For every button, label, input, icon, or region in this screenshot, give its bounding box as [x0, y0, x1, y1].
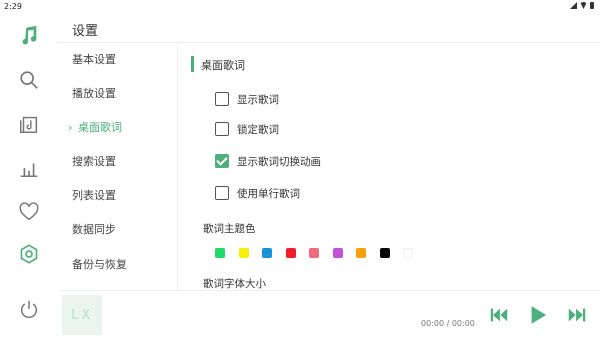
- skip-previous-icon: [490, 308, 508, 322]
- option-lock-lyrics[interactable]: 锁定歌词: [215, 120, 279, 138]
- wifi-icon: [580, 2, 587, 9]
- color-swatch[interactable]: [238, 248, 249, 258]
- settings-icon: [20, 244, 38, 264]
- menu-item-sync[interactable]: 数据同步: [72, 220, 116, 240]
- player-bar: LX 00:00 / 00:00: [58, 290, 600, 338]
- search-icon: [20, 71, 38, 89]
- option-lyrics-animation[interactable]: 显示歌词切换动画: [215, 152, 321, 170]
- option-show-lyrics[interactable]: 显示歌词: [215, 90, 279, 108]
- menu-item-list[interactable]: 列表设置: [72, 186, 116, 206]
- color-swatch[interactable]: [379, 248, 390, 258]
- option-label: 使用单行歌词: [237, 187, 300, 200]
- album-art[interactable]: LX: [62, 295, 102, 335]
- color-swatch[interactable]: [285, 248, 296, 258]
- menu-item-label: 搜索设置: [72, 155, 116, 168]
- system-icons: [570, 2, 594, 9]
- option-label: 显示歌词切换动画: [237, 155, 321, 168]
- color-swatch[interactable]: [215, 248, 225, 258]
- color-swatch[interactable]: [403, 248, 413, 258]
- menu-item-basic[interactable]: 基本设置: [72, 50, 116, 70]
- music-list-icon: [20, 116, 38, 133]
- status-bar: 2:29: [0, 0, 600, 14]
- menu-item-search[interactable]: 搜索设置: [72, 152, 116, 172]
- nav-search-button[interactable]: [17, 68, 41, 92]
- checkbox[interactable]: [215, 122, 229, 136]
- play-icon: [531, 306, 547, 324]
- page-title: 设置: [72, 24, 99, 39]
- checkbox-checked[interactable]: [215, 154, 229, 168]
- option-label: 锁定歌词: [237, 123, 279, 136]
- option-label: 显示歌词: [237, 93, 279, 106]
- color-swatch[interactable]: [356, 248, 366, 258]
- music-note-icon: [22, 25, 37, 45]
- option-single-line[interactable]: 使用单行歌词: [215, 184, 300, 202]
- playback-time: 00:00 / 00:00: [421, 319, 475, 328]
- section-accent-bar: [191, 56, 194, 72]
- chart-icon: [20, 163, 38, 177]
- menu-item-label: 基本设置: [72, 53, 116, 66]
- battery-icon: [590, 2, 594, 9]
- next-button[interactable]: [565, 303, 589, 327]
- font-size-label: 歌词字体大小: [203, 278, 266, 290]
- chevron-right-icon: ›: [68, 121, 73, 134]
- checkbox[interactable]: [215, 92, 229, 106]
- menu-item-label: 播放设置: [72, 87, 116, 100]
- nav-playlist-button[interactable]: [17, 112, 41, 136]
- skip-next-icon: [568, 308, 586, 322]
- menu-item-label: 备份与恢复: [72, 258, 127, 271]
- settings-menu: 基本设置 播放设置 › 桌面歌词 搜索设置 列表设置 数据同步 备份与恢复: [58, 43, 178, 290]
- nav-settings-button[interactable]: [17, 242, 41, 266]
- nav-exit-button[interactable]: [17, 297, 41, 321]
- theme-color-swatches: [215, 248, 413, 258]
- color-swatch[interactable]: [309, 248, 319, 258]
- section-title: 桌面歌词: [201, 59, 245, 72]
- menu-item-playback[interactable]: 播放设置: [72, 84, 116, 104]
- status-time: 2:29: [4, 2, 22, 11]
- menu-item-label: 桌面歌词: [78, 121, 122, 134]
- theme-color-label: 歌词主题色: [203, 223, 256, 235]
- color-swatch[interactable]: [262, 248, 272, 258]
- menu-item-backup[interactable]: 备份与恢复: [72, 255, 127, 275]
- signal-icon: [570, 2, 577, 9]
- settings-content: 桌面歌词 显示歌词 锁定歌词 显示歌词切换动画 使用单行歌词 歌词主题色 歌词字…: [179, 43, 600, 290]
- play-button[interactable]: [526, 303, 550, 327]
- menu-item-desktop-lyrics[interactable]: › 桌面歌词: [68, 118, 122, 138]
- power-icon: [20, 300, 38, 319]
- menu-item-label: 列表设置: [72, 189, 116, 202]
- heart-icon: [19, 202, 39, 221]
- checkbox[interactable]: [215, 186, 229, 200]
- nav-rail: [0, 14, 58, 338]
- nav-music-icon[interactable]: [17, 24, 41, 48]
- color-swatch[interactable]: [332, 248, 343, 258]
- nav-leaderboard-button[interactable]: [17, 156, 41, 180]
- nav-favorites-button[interactable]: [17, 200, 41, 224]
- menu-item-label: 数据同步: [72, 223, 116, 236]
- previous-button[interactable]: [487, 303, 511, 327]
